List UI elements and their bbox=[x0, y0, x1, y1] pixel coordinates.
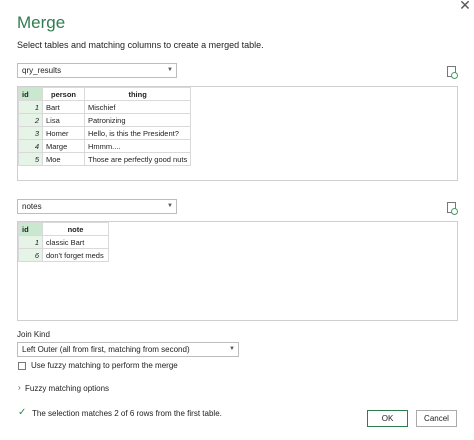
second-table-preview: id note 1 classic Bart 6 don't forget me… bbox=[17, 221, 458, 321]
cell-id: 1 bbox=[18, 100, 43, 114]
cell-person: Lisa bbox=[42, 113, 85, 127]
column-header-note[interactable]: note bbox=[42, 222, 109, 236]
first-table-grid: id person thing 1 Bart Mischief 2 Lisa P… bbox=[18, 87, 192, 166]
cell-thing: Hello, is this the President? bbox=[83, 126, 192, 140]
cell-person: Bart bbox=[42, 100, 85, 114]
ok-button[interactable]: OK bbox=[367, 410, 408, 427]
cell-id: 3 bbox=[18, 126, 43, 140]
fuzzy-matching-label[interactable]: Use fuzzy matching to perform the merge bbox=[31, 361, 178, 370]
cell-id: 1 bbox=[18, 235, 43, 249]
chevron-down-icon: ▼ bbox=[167, 203, 173, 209]
join-kind-select[interactable]: Left Outer (all from first, matching fro… bbox=[17, 342, 239, 357]
cell-thing: Patronizing bbox=[83, 113, 192, 127]
cell-id: 2 bbox=[18, 113, 43, 127]
cell-person: Homer bbox=[42, 126, 85, 140]
match-status-message: The selection matches 2 of 6 rows from t… bbox=[32, 409, 222, 418]
second-table-select-value: notes bbox=[22, 202, 42, 211]
cell-note: classic Bart bbox=[42, 235, 109, 249]
close-icon[interactable]: ✕ bbox=[458, 0, 472, 12]
dialog-subtitle: Select tables and matching columns to cr… bbox=[17, 40, 264, 50]
first-table-preview: id person thing 1 Bart Mischief 2 Lisa P… bbox=[17, 86, 458, 181]
cell-thing: Mischief bbox=[83, 100, 192, 114]
fuzzy-matching-checkbox[interactable] bbox=[18, 362, 26, 370]
cell-id: 6 bbox=[18, 248, 43, 262]
column-header-id[interactable]: id bbox=[18, 222, 43, 236]
second-table-grid: id note 1 classic Bart 6 don't forget me… bbox=[18, 222, 109, 262]
column-header-thing[interactable]: thing bbox=[83, 87, 192, 101]
join-kind-label: Join Kind bbox=[17, 330, 50, 339]
column-header-id[interactable]: id bbox=[18, 87, 43, 101]
table-row: 2 Lisa Patronizing bbox=[18, 113, 192, 127]
cell-id: 4 bbox=[18, 139, 43, 153]
join-kind-select-value: Left Outer (all from first, matching fro… bbox=[22, 345, 190, 354]
table-row: 6 don't forget meds bbox=[18, 248, 109, 262]
cancel-button[interactable]: Cancel bbox=[416, 410, 457, 427]
cell-id: 5 bbox=[18, 152, 43, 166]
table-row: 3 Homer Hello, is this the President? bbox=[18, 126, 192, 140]
cell-thing: Those are perfectly good nuts bbox=[83, 152, 192, 166]
cell-person: Marge bbox=[42, 139, 85, 153]
table-row: 1 classic Bart bbox=[18, 235, 109, 249]
file-icon[interactable] bbox=[447, 202, 458, 215]
table-row: 1 Bart Mischief bbox=[18, 100, 192, 114]
chevron-right-icon[interactable]: › bbox=[18, 383, 21, 392]
cell-note: don't forget meds bbox=[42, 248, 109, 262]
table-row: 4 Marge Hmmm.... bbox=[18, 139, 192, 153]
column-header-person[interactable]: person bbox=[42, 87, 85, 101]
dialog-title: Merge bbox=[17, 13, 66, 32]
table-row: 5 Moe Those are perfectly good nuts bbox=[18, 152, 192, 166]
chevron-down-icon: ▼ bbox=[229, 346, 235, 352]
second-table-select[interactable]: notes ▼ bbox=[17, 199, 177, 214]
check-icon: ✓ bbox=[18, 407, 27, 418]
file-icon[interactable] bbox=[447, 66, 458, 79]
chevron-down-icon: ▼ bbox=[167, 67, 173, 73]
cell-thing: Hmmm.... bbox=[83, 139, 192, 153]
first-table-select-value: qry_results bbox=[22, 66, 62, 75]
first-table-select[interactable]: qry_results ▼ bbox=[17, 63, 177, 78]
fuzzy-options-toggle[interactable]: Fuzzy matching options bbox=[25, 384, 109, 393]
cell-person: Moe bbox=[42, 152, 85, 166]
